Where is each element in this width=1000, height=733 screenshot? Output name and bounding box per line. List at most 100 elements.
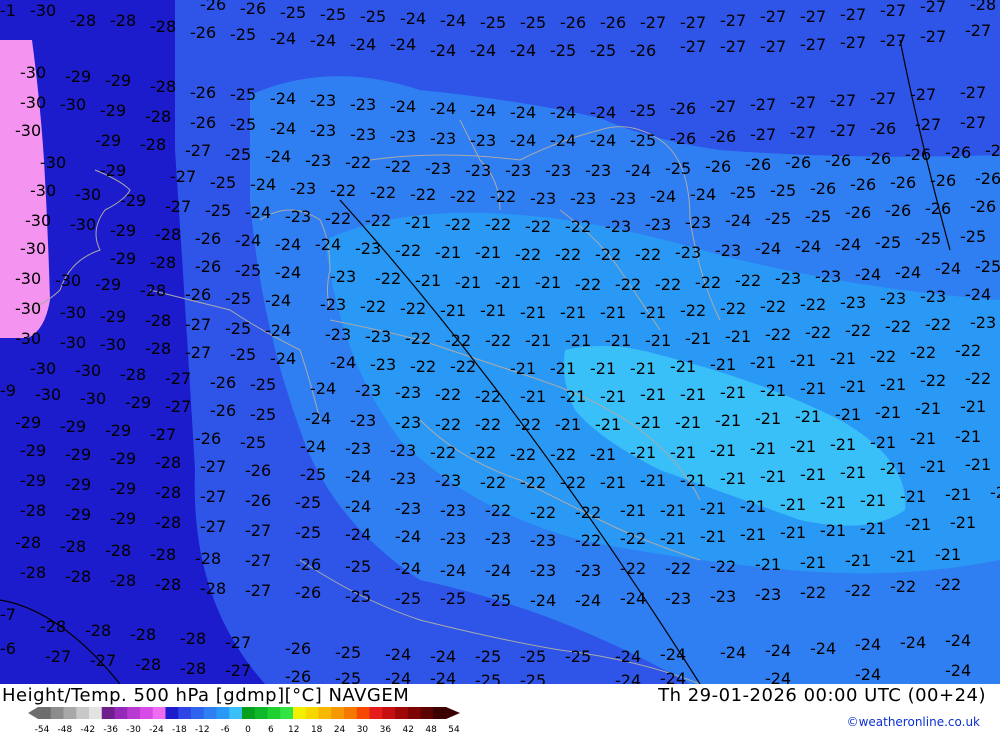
contour-label: -26 <box>190 23 216 42</box>
contour-label: -22 <box>525 217 551 236</box>
contour-label: -26 <box>670 99 696 118</box>
contour-label: -23 <box>505 161 531 180</box>
contour-label: -25 <box>975 257 1000 276</box>
contour-label: -26 <box>600 13 626 32</box>
contour-label: -22 <box>665 559 691 578</box>
contour-label: -21 <box>760 467 786 486</box>
contour-label: -24 <box>855 635 881 654</box>
contour-label: -22 <box>510 445 536 464</box>
contour-label: -30 <box>20 63 46 82</box>
contour-label: -28 <box>145 311 171 330</box>
contour-label: -27 <box>245 521 271 540</box>
legend-tick-label: -6 <box>221 725 230 733</box>
contour-label: -24 <box>855 265 881 284</box>
contour-label: -24 <box>900 633 926 652</box>
contour-label: -23 <box>395 499 421 518</box>
contour-label: -25 <box>225 319 251 338</box>
contour-label: -22 <box>555 245 581 264</box>
contour-label: -24 <box>550 131 576 150</box>
contour-label: -27 <box>920 27 946 46</box>
contour-label: -25 <box>480 13 506 32</box>
contour-label: -22 <box>890 577 916 596</box>
map-area: -1 -30 -28 -28 -28 -26 -25 -24 -24 -24 -24 -24 -24 -2… <box>0 0 1000 684</box>
credit-link[interactable]: ©weatheronline.co.uk <box>847 715 980 729</box>
contour-label: -23 <box>570 189 596 208</box>
contour-label: -27 <box>870 89 896 108</box>
legend-tick-label: -24 <box>149 725 164 733</box>
contour-label: -22 <box>550 445 576 464</box>
contour-label: -27 <box>830 121 856 140</box>
contour-label: -21 <box>790 437 816 456</box>
contour-label: -26 <box>785 153 811 172</box>
contour-label: -28 <box>145 339 171 358</box>
contour-label: -27 <box>720 37 746 56</box>
contour-label: -21 <box>670 357 696 376</box>
contour-label: -27 <box>985 141 1000 160</box>
legend-swatch <box>280 707 294 719</box>
contour-label: -29 <box>125 393 151 412</box>
contour-label: -22 <box>375 269 401 288</box>
contour-label: -28 <box>200 579 226 598</box>
legend-swatch <box>38 707 52 719</box>
contour-label: -25 <box>565 647 591 666</box>
contour-label: -21 <box>840 463 866 482</box>
contour-label: -26 <box>930 171 956 190</box>
legend-tick-label: 48 <box>425 725 437 733</box>
contour-label: -28 <box>155 225 181 244</box>
contour-label: -28 <box>20 563 46 582</box>
contour-label: -27 <box>185 343 211 362</box>
contour-label: -23 <box>390 441 416 460</box>
legend-swatch <box>318 707 332 719</box>
contour-label: -23 <box>715 241 741 260</box>
contour-label: -27 <box>830 91 856 110</box>
contour-label: -21 <box>935 545 961 564</box>
contour-label: -26 <box>670 129 696 148</box>
contour-label: -24 <box>765 641 791 660</box>
contour-label: -21 <box>700 499 726 518</box>
contour-label: -27 <box>185 141 211 160</box>
contour-label: -27 <box>880 1 906 20</box>
contour-label: -21 <box>915 399 941 418</box>
contour-label: -24 <box>895 263 921 282</box>
contour-label: -22 <box>655 275 681 294</box>
contour-label: -27 <box>710 97 736 116</box>
contour-label: -28 <box>150 77 176 96</box>
contour-label: -25 <box>520 13 546 32</box>
legend-bar <box>28 707 460 719</box>
contour-label: -25 <box>230 345 256 364</box>
contour-label: -30 <box>75 361 101 380</box>
contour-label: -25 <box>960 227 986 246</box>
contour-label: -29 <box>105 421 131 440</box>
contour-label: -22 <box>520 473 546 492</box>
contour-label: -23 <box>530 531 556 550</box>
contour-label: -24 <box>275 235 301 254</box>
contour-label: -23 <box>350 125 376 144</box>
contour-label: -9 <box>0 381 16 400</box>
contour-label: -23 <box>355 239 381 258</box>
contour-label: -21 <box>755 409 781 428</box>
contour-label: -21 <box>740 497 766 516</box>
contour-label: -26 <box>240 0 266 18</box>
contour-label: -23 <box>605 217 631 236</box>
contour-label: -24 <box>835 235 861 254</box>
contour-label: -28 <box>20 501 46 520</box>
contour-label: -22 <box>565 217 591 236</box>
contour-label: -23 <box>665 589 691 608</box>
contour-label: -30 <box>75 185 101 204</box>
contour-label: -28 <box>195 549 221 568</box>
contour-label: -23 <box>440 501 466 520</box>
contour-label: -23 <box>370 355 396 374</box>
contour-label: -24 <box>270 89 296 108</box>
contour-label: -29 <box>100 101 126 120</box>
contour-label: -27 <box>640 13 666 32</box>
contour-label: -21 <box>990 483 1000 502</box>
legend-swatch <box>407 707 421 719</box>
legend-swatch <box>293 707 307 719</box>
contour-label: -23 <box>390 127 416 146</box>
contour-label: -21 <box>680 385 706 404</box>
contour-label: -29 <box>65 505 91 524</box>
contour-label: -25 <box>320 5 346 24</box>
contour-label: -22 <box>330 181 356 200</box>
contour-label: -21 <box>605 331 631 350</box>
contour-label: -24 <box>400 9 426 28</box>
